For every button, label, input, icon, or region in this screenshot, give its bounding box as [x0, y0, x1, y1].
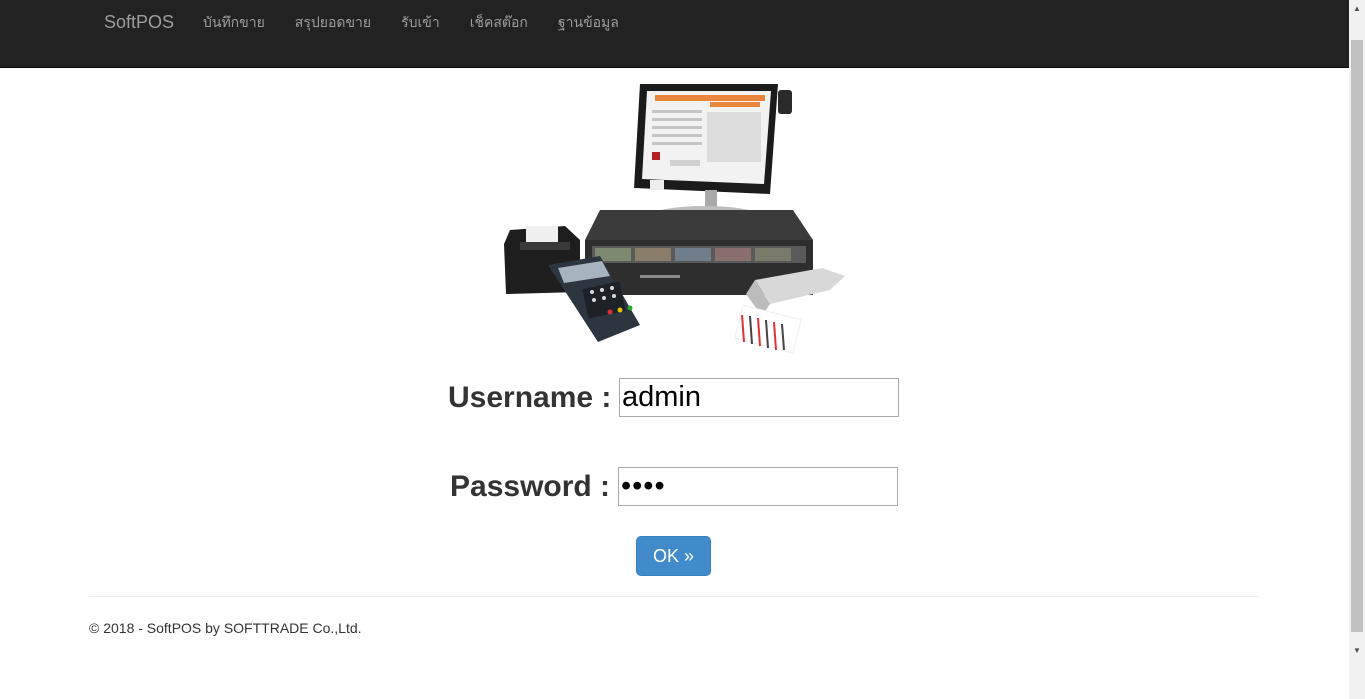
scroll-down-arrow-icon[interactable]: ▼: [1349, 642, 1365, 659]
nav-item-stock-check[interactable]: เช็คสต๊อก: [455, 12, 543, 32]
username-input[interactable]: [619, 378, 899, 417]
pos-monitor-icon: [634, 84, 792, 222]
scroll-up-arrow-icon[interactable]: ▲: [1349, 0, 1365, 17]
nav-item-database[interactable]: ฐานข้อมูล: [543, 12, 634, 32]
page: SoftPOS บันทึกขาย สรุปยอดขาย รับเข้า เช็…: [0, 0, 1365, 699]
nav-menu: บันทึกขาย สรุปยอดขาย รับเข้า เช็คสต๊อก ฐ…: [188, 12, 634, 32]
footer-divider: [89, 596, 1259, 597]
vertical-scrollbar[interactable]: ▲ ▼: [1349, 0, 1365, 699]
ok-button[interactable]: OK »: [636, 536, 711, 576]
nav-item-receive[interactable]: รับเข้า: [386, 12, 455, 32]
top-navbar: SoftPOS บันทึกขาย สรุปยอดขาย รับเข้า เช็…: [0, 0, 1349, 68]
nav-item-sales-entry[interactable]: บันทึกขาย: [188, 12, 280, 32]
nav-item-sales-summary[interactable]: สรุปยอดขาย: [280, 12, 386, 32]
password-input[interactable]: [618, 467, 898, 506]
username-label: Username :: [448, 381, 612, 414]
brand-link[interactable]: SoftPOS: [104, 12, 174, 32]
footer-copyright: © 2018 - SoftPOS by SOFTTRADE Co.,Ltd.: [89, 620, 362, 636]
pos-terminal-illustration: [504, 84, 845, 354]
scroll-thumb[interactable]: [1351, 40, 1363, 632]
password-label: Password :: [450, 470, 611, 503]
